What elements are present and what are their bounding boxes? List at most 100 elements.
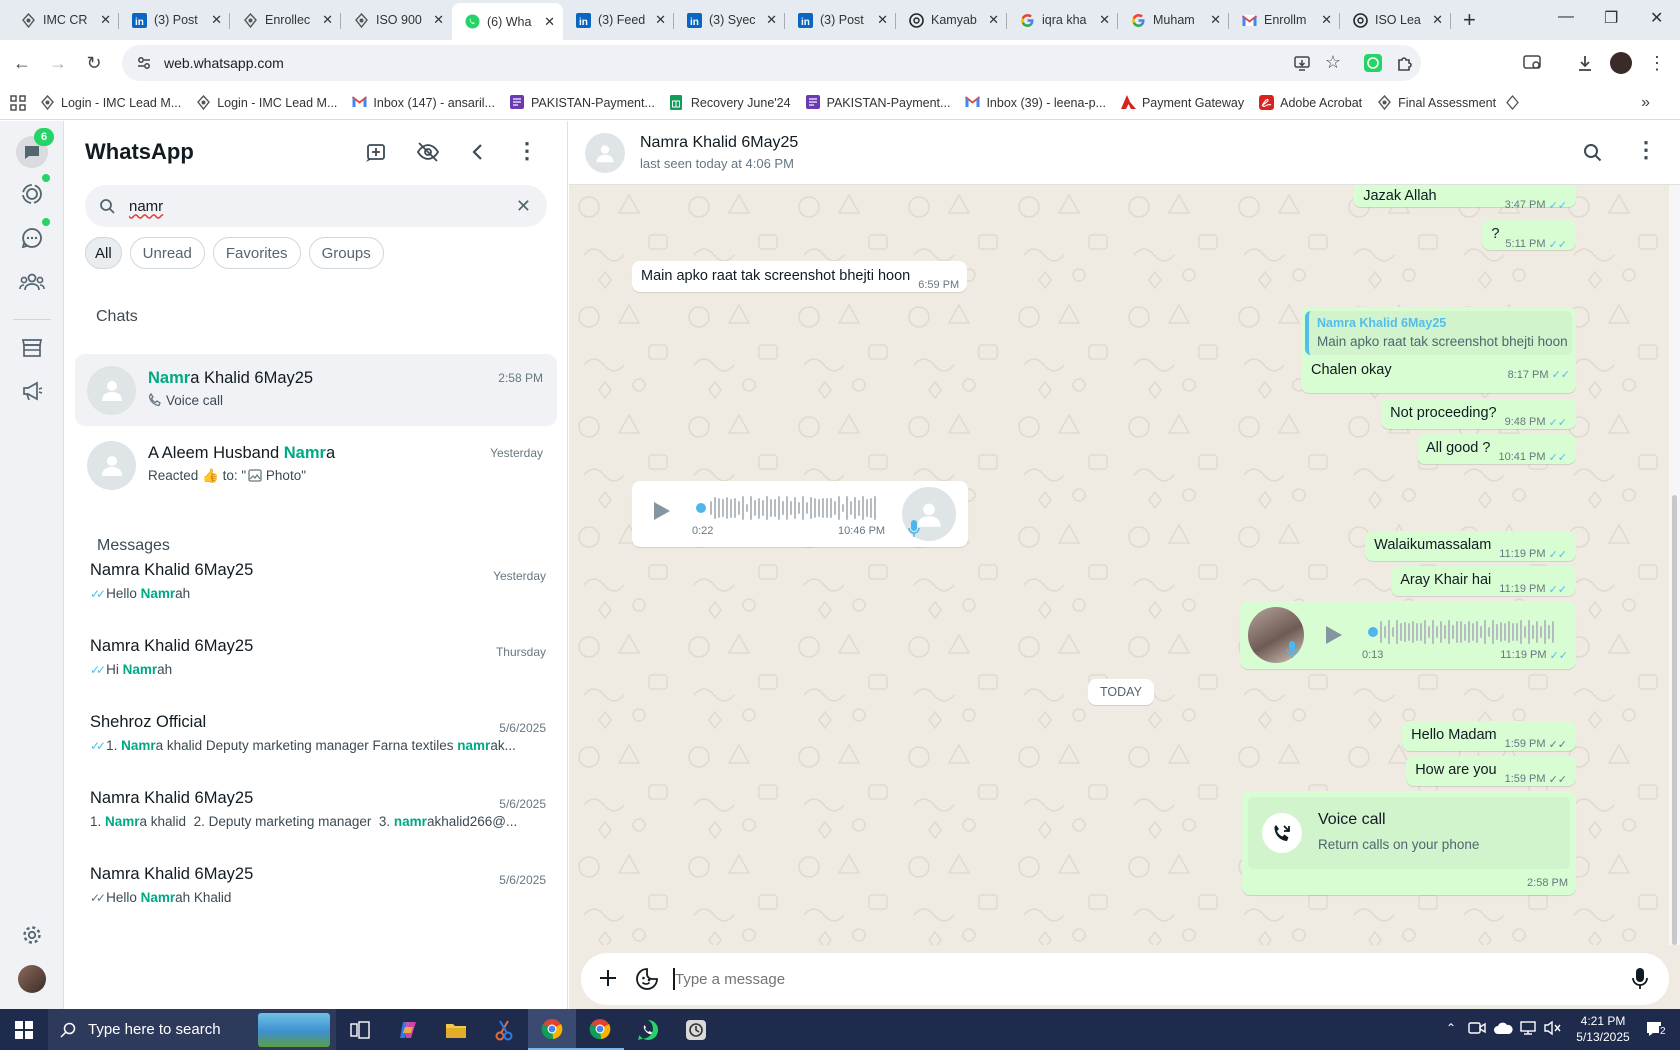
tab-search-icon[interactable] [1518,40,1548,86]
play-icon[interactable] [650,500,672,522]
message-result-row[interactable]: Namra Khalid 6May25 Thursday ✓✓ Hi Namr ah [90,637,546,697]
search-messages-icon[interactable] [1583,143,1602,162]
advertise-icon[interactable] [16,375,48,407]
chat-menu-icon[interactable]: ⋮ [1635,137,1657,163]
browser-tab[interactable]: Muham ✕ [1118,3,1229,37]
chrome-profile-taskbar-icon[interactable] [576,1009,624,1050]
close-tab-icon[interactable]: ✕ [877,12,888,28]
browser-tab[interactable]: Enrollm ✕ [1229,3,1340,37]
bookmark-item[interactable]: Payment Gateway [1120,95,1244,110]
voice-record-mic-icon[interactable] [1631,967,1649,991]
bookmark-more-icon[interactable] [1505,95,1520,110]
browser-tab[interactable]: in (3) Post ✕ [785,3,896,37]
onedrive-icon[interactable] [1493,1021,1513,1035]
chat-result-row[interactable]: A Aleem Husband Namra Yesterday Reacted … [75,429,557,501]
outgoing-message[interactable]: Not proceeding? 9:48 PM ✓✓ [1381,399,1576,429]
bookmarks-overflow-icon[interactable]: » [1641,94,1650,112]
bookmark-item[interactable]: Final Assessment [1377,95,1496,110]
whatsapp-taskbar-icon[interactable] [624,1018,672,1042]
scrollbar-thumb[interactable] [1672,495,1677,945]
contact-name[interactable]: Namra Khalid 6May25 [640,134,798,152]
bookmark-item[interactable]: Recovery June'24 [669,95,791,110]
close-tab-icon[interactable]: ✕ [988,12,999,28]
outgoing-message[interactable]: ? 5:11 PM ✓✓ [1482,220,1576,251]
minimize-icon[interactable]: — [1558,8,1574,26]
browser-tab[interactable]: ISO Lea ✕ [1340,3,1451,37]
url-text[interactable]: web.whatsapp.com [164,55,284,71]
close-tab-icon[interactable]: ✕ [544,14,555,30]
close-tab-icon[interactable]: ✕ [1210,12,1221,28]
close-window-icon[interactable]: ✕ [1650,8,1663,28]
close-tab-icon[interactable]: ✕ [433,12,444,28]
address-bar[interactable]: web.whatsapp.com ☆ [122,45,1421,81]
filter-chip-all[interactable]: All [85,237,122,269]
chat-result-row[interactable]: Namra Khalid 6May25 2:58 PM Voice call [75,354,557,426]
copilot-icon[interactable] [384,1019,432,1041]
play-icon[interactable] [1322,624,1344,646]
quoted-message[interactable]: Namra Khalid 6May25 Main apko raat tak s… [1305,311,1572,355]
outgoing-message[interactable]: Aray Khair hai 11:19 PM ✓✓ [1391,566,1576,596]
close-tab-icon[interactable]: ✕ [655,12,666,28]
new-chat-icon[interactable] [366,141,388,163]
message-result-row[interactable]: Namra Khalid 6May25 5/6/2025 1. Namr a kh… [90,789,546,849]
close-tab-icon[interactable]: ✕ [766,12,777,28]
close-tab-icon[interactable]: ✕ [1321,12,1332,28]
communities-nav-icon[interactable] [16,266,48,298]
site-info-icon[interactable] [136,55,152,71]
browser-tab[interactable]: Kamyab ✕ [896,3,1007,37]
filter-chip-groups[interactable]: Groups [308,237,384,269]
profile-avatar[interactable] [1606,40,1636,86]
close-tab-icon[interactable]: ✕ [322,12,333,28]
sticker-emoji-icon[interactable] [635,967,659,991]
filter-chip-unread[interactable]: Unread [129,237,205,269]
voice-call-card[interactable]: Voice call Return calls on your phone 2:… [1242,791,1576,895]
bookmark-star-icon[interactable]: ☆ [1325,52,1341,73]
my-profile-avatar[interactable] [16,963,48,995]
business-tools-icon[interactable] [16,332,48,364]
restore-icon[interactable]: ❐ [1604,8,1618,28]
browser-tab[interactable]: Enrollec ✕ [230,3,341,37]
playback-handle[interactable] [1368,627,1378,637]
chevron-left-icon[interactable] [468,141,488,163]
message-result-row[interactable]: Shehroz Official 5/6/2025 ✓✓ 1. Namr a kha… [90,713,546,773]
bookmark-item[interactable]: PAKISTAN-Payment... [805,95,950,110]
browser-tab[interactable]: in (3) Feed ✕ [563,3,674,37]
back-button[interactable]: ← [4,53,40,74]
search-input[interactable]: namr [129,198,163,215]
close-tab-icon[interactable]: ✕ [1099,12,1110,28]
chats-nav-icon[interactable]: 6 [16,128,54,168]
bookmark-item[interactable]: Login - IMC Lead M... [196,95,337,110]
search-highlight-image[interactable] [258,1013,330,1047]
message-input[interactable] [675,961,1575,997]
system-clock[interactable]: 4:21 PM 5/13/2025 [1568,1013,1638,1045]
reload-button[interactable]: ↻ [76,53,112,74]
attach-plus-icon[interactable] [597,967,619,989]
waveform[interactable] [1380,619,1554,645]
panel-menu-icon[interactable]: ⋮ [516,138,538,164]
taskbar-search-placeholder[interactable]: Type here to search [88,1021,221,1038]
message-result-row[interactable]: Namra Khalid 6May25 Yesterday ✓✓ Hello Na… [90,561,546,621]
network-icon[interactable] [1519,1020,1537,1036]
bookmark-item[interactable]: Adobe Acrobat [1259,95,1362,110]
whatsapp-extension-icon[interactable] [1363,53,1383,73]
close-tab-icon[interactable]: ✕ [1432,12,1443,28]
scrollbar[interactable] [1669,185,1680,945]
outgoing-message[interactable]: Hello Madam 1:59 PM ✓✓ [1402,721,1576,751]
browser-tab[interactable]: iqra kha ✕ [1007,3,1118,37]
install-app-icon[interactable] [1293,54,1311,72]
volume-muted-icon[interactable] [1543,1020,1561,1036]
settings-gear-icon[interactable] [16,919,48,951]
bookmark-item[interactable]: Inbox (39) - leena-p... [965,95,1106,110]
status-nav-icon[interactable] [16,174,50,210]
downloads-icon[interactable] [1570,40,1600,86]
extensions-icon[interactable] [1395,53,1415,73]
bookmark-item[interactable]: PAKISTAN-Payment... [510,95,655,110]
reply-message[interactable]: Namra Khalid 6May25 Main apko raat tak s… [1301,307,1576,393]
filter-chip-favorites[interactable]: Favorites [212,237,301,269]
channels-nav-icon[interactable] [16,218,50,254]
voice-message[interactable]: 0:13 11:19 PM ✓✓ [1240,601,1576,669]
outgoing-message[interactable]: How are you 1:59 PM ✓✓ [1406,756,1576,786]
browser-tab[interactable]: in (3) Syec ✕ [674,3,785,37]
browser-tab[interactable]: in (3) Post ✕ [119,3,230,37]
conversation-header[interactable]: Namra Khalid 6May25 last seen today at 4… [569,121,1680,185]
